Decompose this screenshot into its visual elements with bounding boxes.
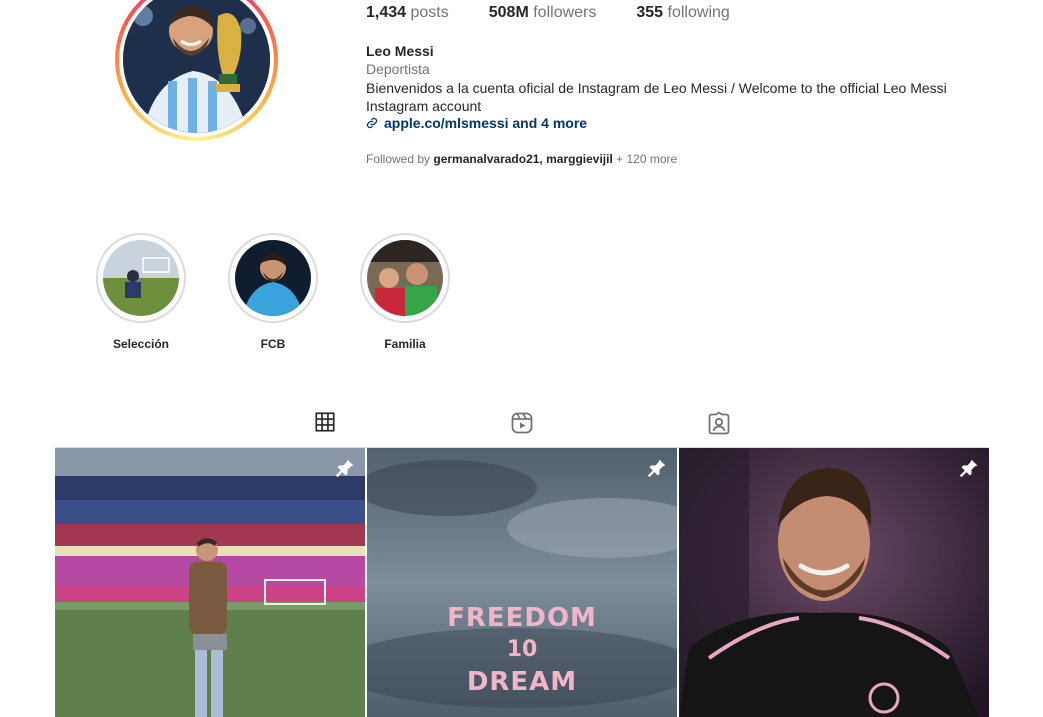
tagged-icon xyxy=(708,411,730,435)
avatar-frame xyxy=(119,0,274,137)
following-link[interactable]: 355 following xyxy=(636,4,729,22)
pin-icon xyxy=(335,459,354,478)
post-3[interactable] xyxy=(679,448,989,717)
profile-link-text: apple.co/mlsmessi and 4 more xyxy=(384,115,588,131)
tab-posts[interactable] xyxy=(293,411,357,448)
followed-by[interactable]: Followed by germanalvarado21, marggievij… xyxy=(366,152,677,166)
post-3-image xyxy=(679,448,989,717)
highlight-label: Familia xyxy=(384,337,426,351)
highlight-thumbnail xyxy=(235,240,311,316)
profile-link[interactable]: apple.co/mlsmessi and 4 more xyxy=(366,115,587,131)
post-2[interactable]: FREEDOM 10 DREAM xyxy=(367,448,677,717)
highlight-ring xyxy=(228,233,318,323)
post-2-text-dream: DREAM xyxy=(467,667,577,697)
highlight-label: Selección xyxy=(112,337,170,351)
profile-bio: Bienvenidos a la cuenta oficial de Insta… xyxy=(366,80,947,114)
highlight-fcb[interactable]: FCB xyxy=(228,233,318,351)
highlight-label: FCB xyxy=(260,337,286,351)
highlight-ring xyxy=(360,233,450,323)
highlight-ring xyxy=(96,233,186,323)
link-icon xyxy=(366,117,378,129)
post-2-text-number: 10 xyxy=(507,637,538,662)
highlight-thumbnail xyxy=(367,240,443,316)
tab-tagged[interactable] xyxy=(687,411,751,447)
pin-icon xyxy=(647,459,666,478)
highlight-thumbnail xyxy=(103,240,179,316)
post-2-text-freedom: FREEDOM xyxy=(447,603,597,633)
post-1-image xyxy=(55,448,365,717)
avatar-photo-art xyxy=(123,0,270,133)
highlight-familia[interactable]: Familia xyxy=(360,233,450,351)
profile-stats: 1,434 posts 508M followers 355 following xyxy=(366,4,770,22)
post-1[interactable] xyxy=(55,448,365,717)
grid-icon xyxy=(315,412,335,432)
followers-link[interactable]: 508M followers xyxy=(489,4,597,22)
post-2-image: FREEDOM 10 DREAM xyxy=(367,448,677,717)
profile-avatar-ring[interactable] xyxy=(115,0,278,141)
reels-icon xyxy=(511,412,533,434)
avatar xyxy=(123,0,270,133)
profile-category: Deportista xyxy=(366,61,430,77)
highlight-seleccion[interactable]: Selección xyxy=(96,233,186,351)
posts-count: 1,434 posts xyxy=(366,4,449,21)
tab-reels[interactable] xyxy=(490,411,554,447)
profile-name: Leo Messi xyxy=(366,43,434,59)
pin-icon xyxy=(959,459,978,478)
